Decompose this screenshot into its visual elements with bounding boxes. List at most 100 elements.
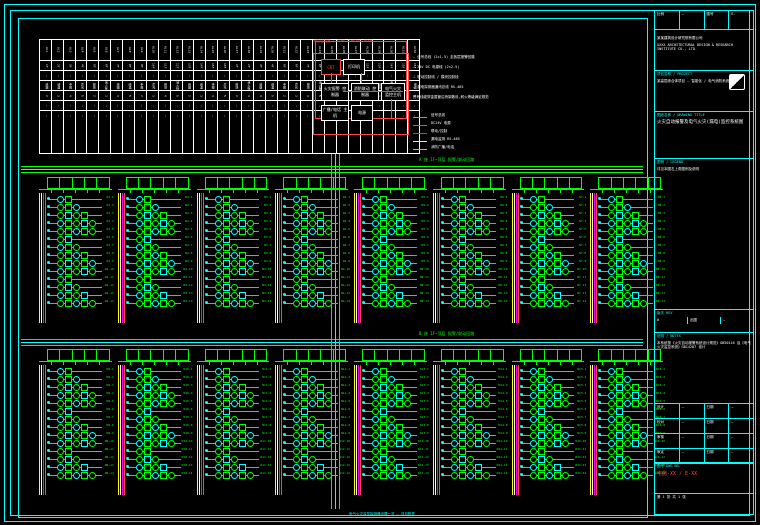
schedule-cell: — bbox=[171, 101, 182, 111]
circuit-item: N10-1 bbox=[128, 367, 191, 375]
device-symbol bbox=[608, 252, 615, 259]
feeder-header-cell bbox=[309, 178, 321, 188]
device-symbol bbox=[89, 300, 96, 307]
device-symbol bbox=[546, 432, 553, 439]
circuit-item: N15-13 bbox=[522, 463, 585, 471]
circuit-label: N6-7 bbox=[500, 243, 507, 247]
junction-dot bbox=[47, 433, 50, 436]
circuit-label: N13-9 bbox=[420, 431, 429, 435]
circuit-label: N12-2 bbox=[341, 375, 350, 379]
schedule-cell: 手报 bbox=[206, 81, 217, 91]
feeder-drop bbox=[390, 189, 391, 193]
circuit-label: N9-8 bbox=[107, 423, 114, 427]
junction-dot bbox=[441, 269, 444, 272]
junction-dot bbox=[441, 457, 444, 460]
device-symbol bbox=[168, 300, 175, 307]
junction-dot bbox=[205, 277, 208, 280]
junction-dot bbox=[47, 369, 50, 372]
device-symbol bbox=[81, 212, 88, 219]
schedule-cell: — bbox=[242, 101, 253, 111]
junction-dot bbox=[520, 465, 523, 468]
circuit-label: N2-10 bbox=[183, 267, 192, 271]
feeder-header-cell bbox=[442, 178, 454, 188]
feeder-drop bbox=[299, 189, 300, 193]
circuit-item: N11-4 bbox=[207, 391, 270, 399]
schedule-cell: 2 bbox=[87, 91, 98, 101]
schedule-cell: — bbox=[76, 101, 87, 111]
circuit-label: N3-3 bbox=[264, 211, 271, 215]
bd-b4: 消防联动 控制器 bbox=[351, 83, 379, 101]
feeder-drop bbox=[257, 189, 258, 193]
circuit-item: N12-11 bbox=[285, 447, 348, 455]
schedule-cell: 感烟 bbox=[183, 81, 194, 91]
device-symbol bbox=[608, 448, 615, 455]
device-symbol bbox=[554, 432, 561, 439]
junction-dot bbox=[520, 377, 523, 380]
device-symbol bbox=[530, 376, 537, 383]
legend-note: — 24V DC 电源线 (2×2.5) bbox=[413, 65, 531, 70]
device-symbol bbox=[451, 384, 458, 391]
feeder-header-cell bbox=[139, 350, 151, 360]
device-symbol bbox=[404, 268, 411, 275]
circuit-label: N3-2 bbox=[264, 203, 271, 207]
device-symbol bbox=[144, 456, 151, 463]
feeder-header-cell bbox=[284, 350, 296, 360]
feeder-drop bbox=[287, 361, 288, 365]
tb-project: 项目名称 / PROJECT 某高层综合体项目 — 智能化 / 电气消防系统 bbox=[654, 70, 754, 112]
device-symbol bbox=[65, 196, 72, 203]
device-symbol bbox=[538, 204, 545, 211]
schedule-cell: 10F bbox=[147, 61, 158, 71]
device-symbol bbox=[65, 260, 72, 267]
device-symbol bbox=[608, 292, 615, 299]
device-symbol bbox=[388, 284, 395, 291]
device-symbol bbox=[317, 252, 324, 259]
device-symbol bbox=[136, 220, 143, 227]
device-symbol bbox=[616, 212, 623, 219]
device-symbol bbox=[81, 292, 88, 299]
circuit-item: N9-4 bbox=[49, 391, 112, 399]
circuit-item: N5-9 bbox=[364, 259, 427, 267]
device-symbol bbox=[616, 448, 623, 455]
device-symbol bbox=[396, 212, 403, 219]
device-symbol bbox=[309, 220, 316, 227]
device-symbol bbox=[57, 228, 64, 235]
feeder-drop bbox=[209, 189, 210, 193]
device-symbol bbox=[81, 252, 88, 259]
feeder-drop bbox=[626, 189, 627, 193]
device-symbol bbox=[467, 268, 474, 275]
schedule-cell: — bbox=[99, 71, 110, 81]
device-symbol bbox=[372, 440, 379, 447]
device-symbol bbox=[223, 384, 230, 391]
device-symbol bbox=[459, 268, 466, 275]
device-symbol bbox=[404, 260, 411, 267]
device-symbol bbox=[467, 284, 474, 291]
feeder-drop bbox=[245, 361, 246, 365]
device-symbol bbox=[301, 376, 308, 383]
device-symbol bbox=[309, 400, 316, 407]
device-symbol bbox=[309, 244, 316, 251]
device-symbol bbox=[136, 212, 143, 219]
circuit-label: N9-13 bbox=[105, 463, 114, 467]
schedule-cell: AL21 bbox=[278, 40, 289, 61]
device-symbol bbox=[73, 440, 80, 447]
device-symbol bbox=[372, 244, 379, 251]
schedule-cell: 声光 bbox=[147, 81, 158, 91]
circuit-label: N7-11 bbox=[577, 275, 586, 279]
feeder-items: N6-1N6-2N6-3N6-4N6-5N6-6N6-7N6-8N6-9N6-1… bbox=[443, 195, 506, 307]
circuit-label: N11-3 bbox=[262, 383, 271, 387]
feeder-drop bbox=[166, 361, 167, 365]
circuit-item: N9-7 bbox=[49, 415, 112, 423]
device-symbol bbox=[372, 408, 379, 415]
schedule-cell: — bbox=[278, 111, 289, 120]
feeder-drop bbox=[366, 189, 367, 193]
junction-dot bbox=[126, 237, 129, 240]
feeder-header-cell bbox=[321, 350, 333, 360]
circuit-label: N10-6 bbox=[183, 407, 192, 411]
device-symbol bbox=[483, 260, 490, 267]
device-symbol bbox=[65, 228, 72, 235]
circuit-item: N11-11 bbox=[207, 447, 270, 455]
device-symbol bbox=[301, 392, 308, 399]
circuit-item: N14-10 bbox=[443, 439, 506, 447]
device-symbol bbox=[538, 456, 545, 463]
feeder-header-cell bbox=[297, 178, 309, 188]
